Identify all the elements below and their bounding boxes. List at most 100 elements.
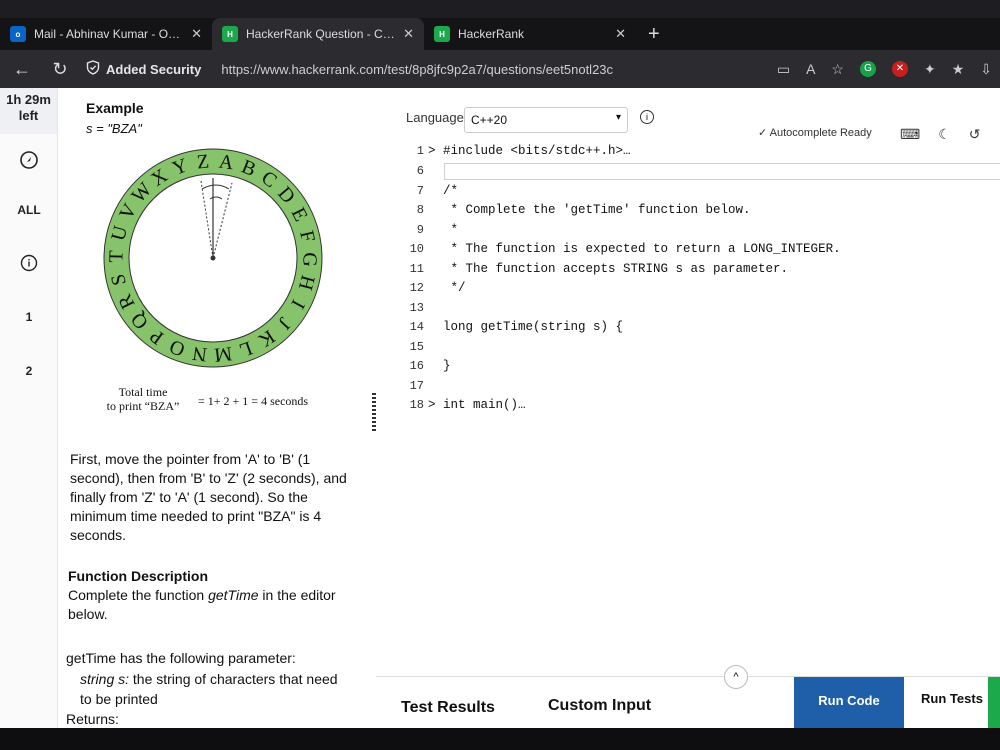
tab-label: Mail - Abhinav Kumar - Outlook	[34, 27, 183, 41]
autocomplete-label: Autocomplete Ready	[769, 127, 872, 139]
code-line: */	[428, 281, 466, 295]
puzzle-icon[interactable]: ✦	[924, 61, 936, 78]
grammarly-icon[interactable]: G	[859, 60, 876, 77]
line-number: 14	[409, 320, 424, 334]
security-indicator[interactable]: Added Security	[86, 60, 201, 78]
tab-outlook[interactable]: o Mail - Abhinav Kumar - Outlook ✕	[0, 18, 212, 50]
line-number: 13	[409, 301, 424, 315]
outlook-icon: o	[10, 26, 26, 42]
code-line: }	[428, 359, 451, 373]
code-line: * Complete the 'getTime' function below.	[428, 203, 751, 217]
wheel-letter-z: Z	[196, 150, 210, 173]
address-bar: ← ↻ Added Security https://www.hackerran…	[0, 50, 1000, 88]
close-icon[interactable]: ✕	[191, 26, 202, 42]
new-tab-button[interactable]: +	[636, 23, 672, 46]
function-name: getTime	[208, 587, 259, 603]
screen: o Mail - Abhinav Kumar - Outlook ✕ H Hac…	[0, 0, 1000, 750]
parameter-name: string s:	[80, 671, 130, 687]
line-number: 1	[416, 144, 424, 158]
run-tests-button[interactable]: Run Tests	[904, 677, 1000, 729]
line-number: 8	[416, 203, 424, 217]
alphabet-wheel-diagram: Z A BCDEFGHIJKLMNOPQRSTUVWXY	[103, 148, 323, 368]
total-time-line-1: Total time	[118, 385, 168, 399]
favorites-icon[interactable]: ★	[952, 61, 965, 78]
tab-label: HackerRank	[458, 27, 525, 41]
code-line: * The function is expected to return a L…	[428, 242, 841, 256]
favorite-add-icon[interactable]: ☆	[831, 61, 844, 78]
example-explanation: First, move the pointer from 'A' to 'B' …	[70, 451, 347, 543]
tab-label: HackerRank Question - Circula	[246, 27, 396, 41]
question-nav: 1h 29m left ALL 1 2	[0, 88, 58, 728]
line-number: 7	[416, 184, 424, 198]
parameters-intro: getTime has the following parameter:	[66, 650, 296, 666]
url-field[interactable]: https://www.hackerrank.com/test/8p8jfc9p…	[221, 62, 613, 77]
console-bar: ^ Test Results Custom Input Run Code Run…	[376, 665, 1000, 729]
problem-statement: Example s = "BZA" ZABCDEFGHIJKLMNOPQRSTU…	[58, 88, 368, 728]
hackerrank-icon: H	[222, 26, 238, 42]
timer-value: 1h 29m	[6, 92, 51, 107]
line-number: 10	[409, 242, 424, 256]
total-time-line-2: to print “BZA”	[106, 399, 180, 413]
timer-label: left	[18, 108, 39, 123]
line-number: 18	[409, 398, 424, 412]
code-line: > #include <bits/stdc++.h>…	[428, 144, 631, 158]
line-number: 15	[409, 340, 424, 354]
chevron-down-icon: ▾	[615, 112, 621, 123]
extension-icon[interactable]: ✕	[891, 60, 908, 77]
example-heading: Example	[86, 100, 144, 116]
tab-hackerrank-question[interactable]: H HackerRank Question - Circula ✕	[212, 18, 424, 50]
code-line: long getTime(string s) {	[428, 320, 624, 334]
compass-icon[interactable]	[0, 150, 58, 173]
shield-icon	[86, 60, 100, 78]
code-line: /*	[428, 184, 459, 198]
tab-custom-input[interactable]: Custom Input	[548, 697, 651, 715]
line-number: 12	[409, 281, 424, 295]
total-time-label: Total time to print “BZA”	[98, 385, 188, 413]
language-value: C++20	[471, 113, 508, 127]
refresh-icon[interactable]: ↻	[48, 59, 72, 80]
code-line: > int main()…	[428, 398, 526, 412]
nav-question-1[interactable]: 1	[0, 310, 58, 324]
line-number: 9	[416, 223, 424, 237]
chevron-up-icon[interactable]: ^	[724, 665, 748, 689]
reset-icon[interactable]: ↺	[969, 126, 981, 143]
language-select[interactable]: C++20 ▾	[464, 107, 628, 133]
tab-test-results[interactable]: Test Results	[401, 699, 495, 717]
close-icon[interactable]: ✕	[403, 26, 414, 42]
timer: 1h 29m left	[0, 88, 57, 134]
nav-all[interactable]: ALL	[0, 203, 58, 217]
wheel-letter-g: G	[298, 252, 320, 267]
nav-question-2[interactable]: 2	[0, 364, 58, 378]
wheel-letter-m: M	[213, 342, 233, 366]
parameters-section: getTime has the following parameter: str…	[66, 648, 346, 728]
keyboard-icon[interactable]: ⌨	[900, 126, 920, 143]
editor-toolbar: ⌨ ☾ ↺	[900, 126, 981, 143]
run-code-button[interactable]: Run Code	[794, 677, 904, 729]
back-arrow-icon[interactable]: ←	[10, 59, 34, 80]
function-description-heading: Function Description	[68, 568, 208, 584]
parameter-item: string s: the string of characters that …	[66, 669, 346, 709]
autocomplete-status: ✓ Autocomplete Ready	[758, 126, 872, 139]
panel-resize-handle[interactable]	[372, 393, 376, 433]
code-editor-panel: Language C++20 ▾ i ✓ Autocomplete Ready …	[380, 88, 1000, 728]
info-icon[interactable]: i	[640, 110, 654, 124]
download-icon[interactable]: ⇩	[980, 61, 992, 78]
submit-button-edge[interactable]	[988, 677, 1000, 729]
line-number: 6	[416, 164, 424, 178]
code-line: * The function accepts STRING s as param…	[428, 262, 789, 276]
security-label: Added Security	[106, 61, 202, 77]
read-aloud-icon[interactable]: A	[806, 61, 815, 78]
function-description-text: Complete the function getTime in the edi…	[68, 586, 348, 624]
line-number: 17	[409, 379, 424, 393]
line-number: 11	[409, 262, 424, 276]
close-icon[interactable]: ✕	[615, 26, 626, 42]
hackerrank-page: 1h 29m left ALL 1 2 Example s = "BZA" ZA…	[0, 88, 1000, 729]
info-icon[interactable]	[0, 254, 58, 275]
wheel-letter-t: T	[105, 250, 127, 263]
current-line-highlight	[444, 163, 1000, 180]
line-number: 16	[409, 359, 424, 373]
tab-hackerrank[interactable]: H HackerRank ✕	[424, 18, 636, 50]
total-time-equation: = 1+ 2 + 1 = 4 seconds	[198, 394, 309, 408]
camera-icon[interactable]: ▭	[777, 61, 790, 78]
theme-moon-icon[interactable]: ☾	[938, 126, 951, 143]
